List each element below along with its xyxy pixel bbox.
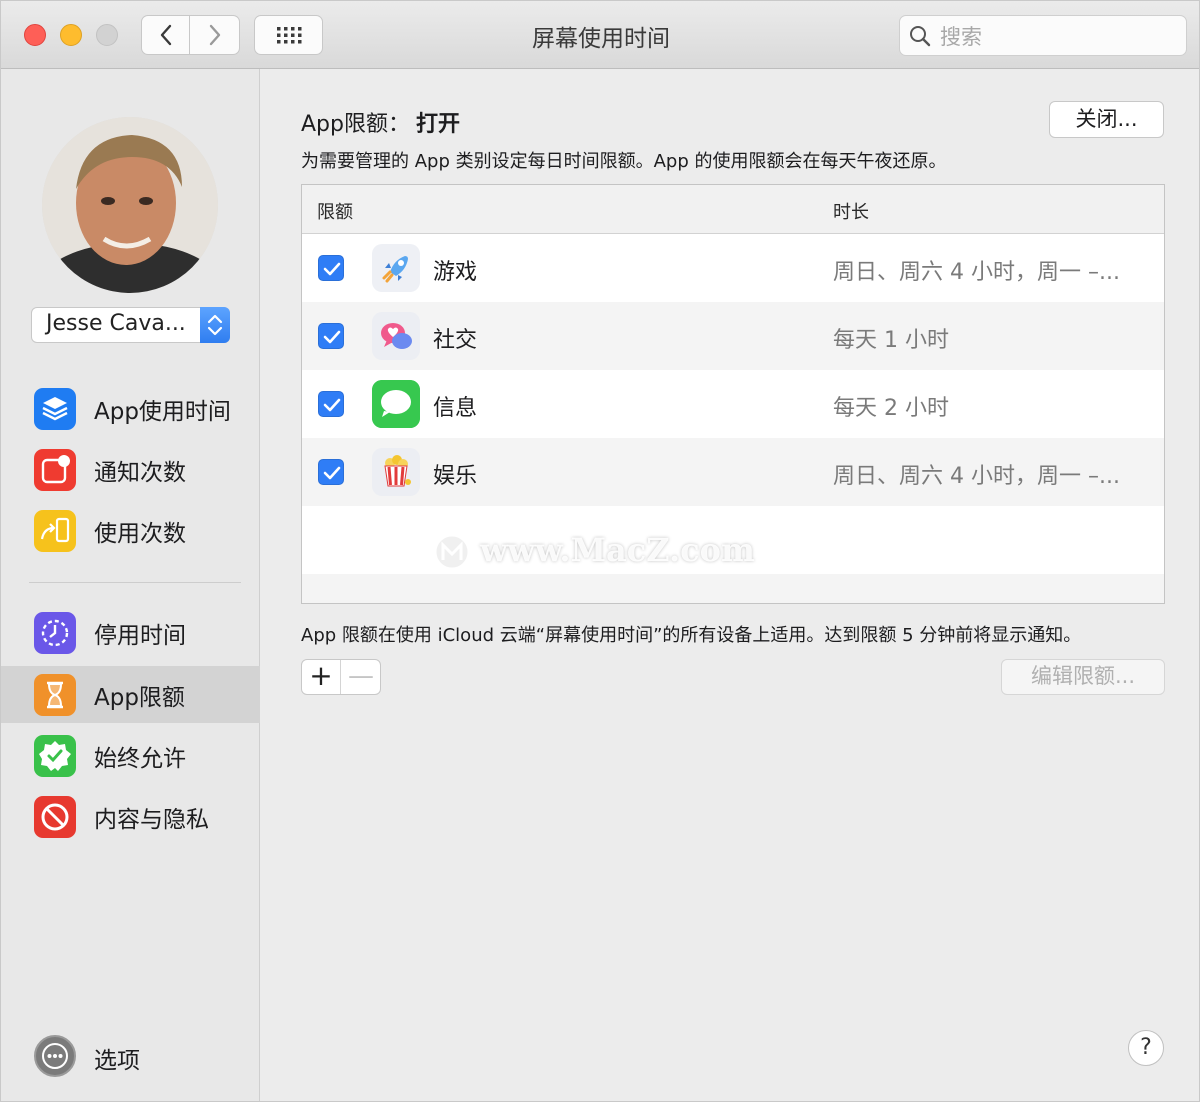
row-checkbox[interactable] [318,391,344,417]
sidebar-item-label: App使用时间 [94,399,231,425]
rocket-icon [372,244,420,292]
popup-stepper[interactable] [200,307,230,343]
sidebar-item-label: 始终允许 [94,746,186,772]
description-text: 为需要管理的 App 类别设定每日时间限额。App 的使用限额会在每天午夜还原。 [301,151,947,172]
turn-off-button[interactable]: 关闭... [1049,101,1164,138]
sidebar-item-label: App限额 [94,685,185,711]
sidebar-item-label: 使用次数 [94,521,186,547]
category-name: 游戏 [433,260,478,285]
options-icon[interactable] [34,1035,76,1077]
downtime-icon [34,612,76,654]
social-icon [372,312,420,360]
help-button[interactable]: ? [1128,1030,1164,1066]
table-row[interactable]: 娱乐 周日、周六 4 小时，周一 –... [302,438,1164,506]
sidebar-item-app-limits[interactable]: App限额 [1,666,260,723]
app-limits-status: App限额： 打开 [301,106,460,138]
sidebar-item-content-privacy[interactable]: 内容与隐私 [1,788,260,845]
app-limits-label: App限额： [301,112,410,137]
category-duration: 周日、周六 4 小时，周一 –... [833,464,1120,489]
edit-limits-button[interactable]: 编辑限额... [1001,659,1165,695]
user-name: Jesse Cava... [46,311,186,336]
row-checkbox[interactable] [318,255,344,281]
sidebar-item-app-usage[interactable]: App使用时间 [1,380,260,437]
restriction-icon [34,796,76,838]
layers-icon [34,388,76,430]
system-preferences-window: 屏幕使用时间 搜索 Jesse Cava... App使用时间 通知次数 使用次… [0,0,1200,1102]
sidebar-item-pickups[interactable]: 使用次数 [1,502,260,559]
sidebar-item-downtime[interactable]: 停用时间 [1,604,260,661]
hourglass-icon [34,674,76,716]
remove-limit-button[interactable]: — [342,660,380,694]
table-row[interactable]: 信息 每天 2 小时 [302,370,1164,438]
footnote-text: App 限额在使用 iCloud 云端“屏幕使用时间”的所有设备上适用。达到限额… [301,625,1082,646]
category-duration: 周日、周六 4 小时，周一 –... [833,260,1120,285]
sidebar-item-always-allowed[interactable]: 始终允许 [1,727,260,784]
category-duration: 每天 2 小时 [833,396,949,421]
category-name: 社交 [433,328,478,353]
row-checkbox[interactable] [318,459,344,485]
search-placeholder: 搜索 [940,24,982,49]
category-name: 信息 [433,396,478,421]
up-down-chevron-icon [207,314,223,336]
main-pane: App限额： 打开 关闭... 为需要管理的 App 类别设定每日时间限额。App… [261,69,1199,1101]
user-photo [42,117,218,293]
checkmark-icon [323,466,341,480]
checkmark-icon [323,262,341,276]
sidebar-item-notifications[interactable]: 通知次数 [1,441,260,498]
sidebar-item-label: 内容与隐私 [94,807,209,833]
app-limits-state: 打开 [415,112,460,137]
popcorn-icon [372,448,420,496]
sidebar: Jesse Cava... App使用时间 通知次数 使用次数 停用时间 App… [1,69,260,1101]
sidebar-item-label: 停用时间 [94,623,186,649]
row-checkbox[interactable] [318,323,344,349]
user-popup-button[interactable]: Jesse Cava... [31,307,230,343]
notification-icon [34,449,76,491]
table-row[interactable]: 游戏 周日、周六 4 小时，周一 –... [302,234,1164,302]
table-row[interactable]: 社交 每天 1 小时 [302,302,1164,370]
messages-icon [372,380,420,428]
search-field[interactable]: 搜索 [899,15,1187,56]
category-name: 娱乐 [433,464,478,489]
add-limit-button[interactable]: + [302,660,341,694]
sidebar-item-label: 通知次数 [94,460,186,486]
checkmark-icon [323,398,341,412]
watermark-logo-icon [433,533,471,571]
search-icon [910,25,931,46]
avatar [42,117,218,293]
check-badge-icon [34,735,76,777]
sidebar-divider [29,582,241,583]
add-remove-control: + — [301,659,381,695]
limits-table: 限额 时长 游戏 周日、周六 4 小时，周一 –... 社交 每天 1 小时 信… [301,184,1165,604]
watermark: www.MacZ.com [480,531,755,569]
column-header-duration[interactable]: 时长 [833,198,869,224]
empty-table-row [302,574,1164,603]
table-header: 限额 时长 [302,185,1164,234]
pickup-icon [34,510,76,552]
checkmark-icon [323,330,341,344]
category-duration: 每天 1 小时 [833,328,949,353]
column-header-limit[interactable]: 限额 [317,198,353,224]
title-bar: 屏幕使用时间 搜索 [1,1,1199,69]
options-button[interactable]: 选项 [94,1041,140,1075]
